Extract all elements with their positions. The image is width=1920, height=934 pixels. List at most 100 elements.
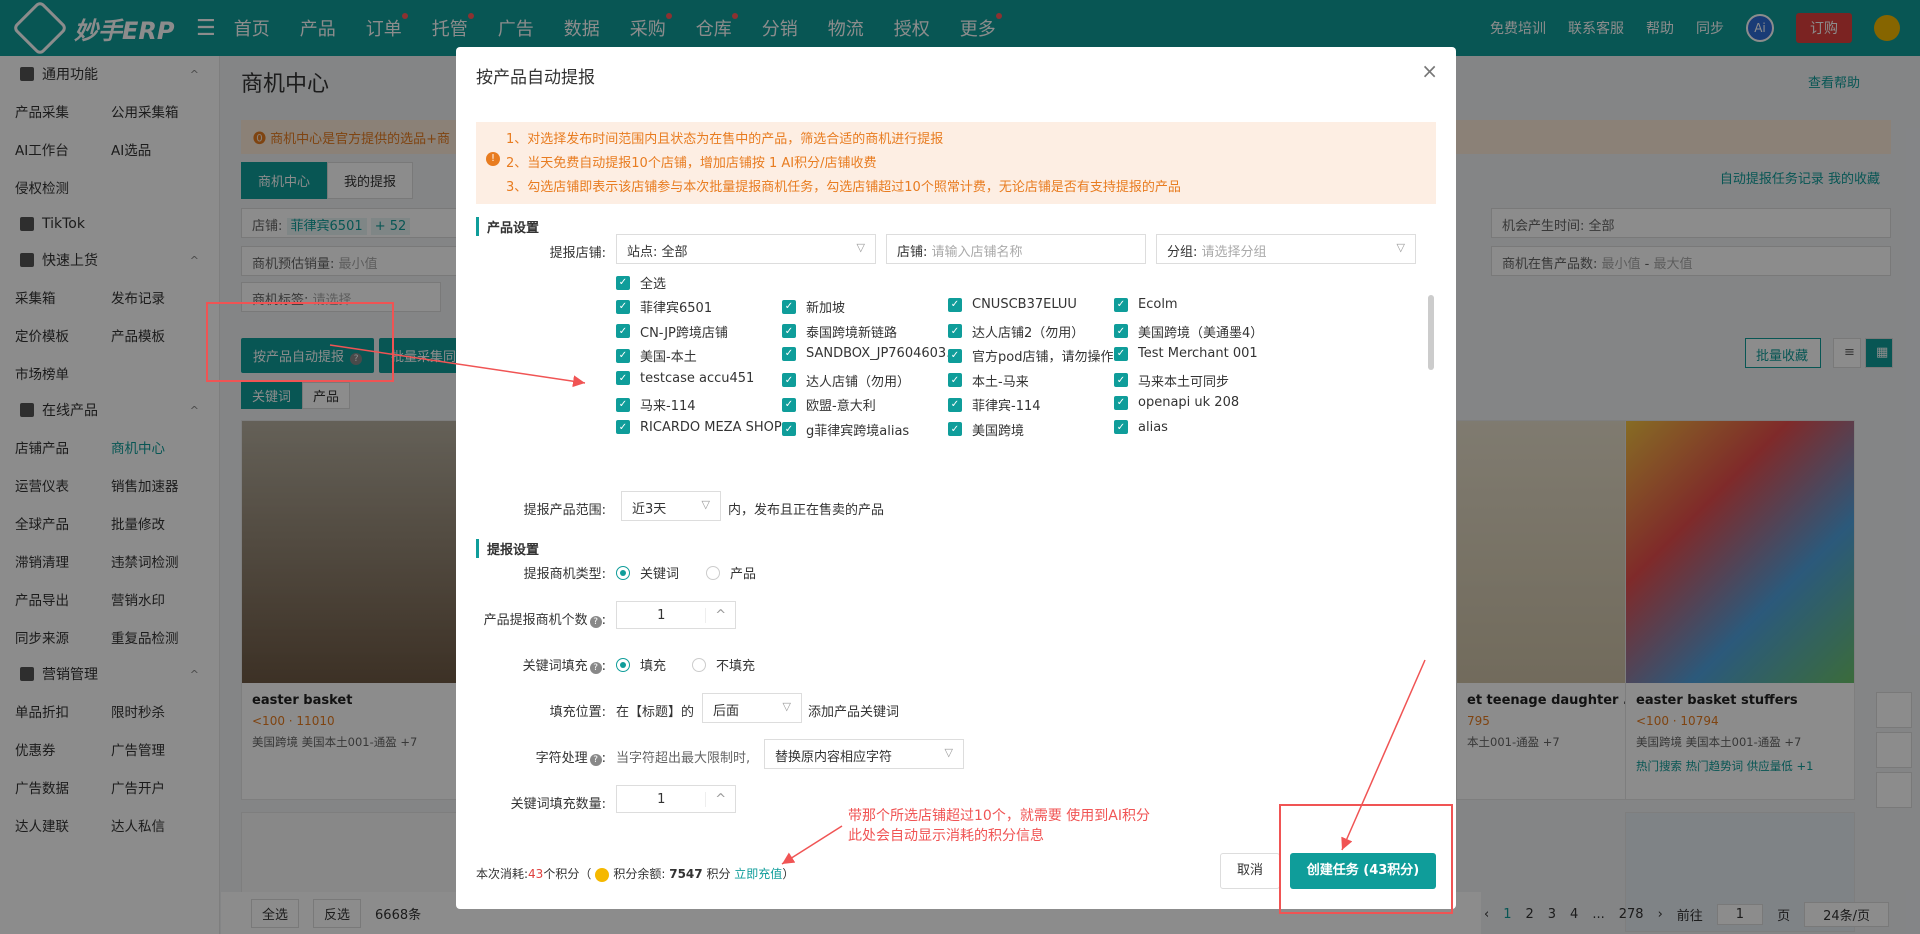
- store-checkbox[interactable]: ✓ 达人店铺（勿用）: [782, 371, 910, 390]
- chevron-up-icon[interactable]: ^: [705, 607, 735, 623]
- store-name: testcase accu451: [640, 370, 755, 386]
- radio-keyword[interactable]: 关键词: [616, 563, 679, 582]
- radio-no-fill[interactable]: 不填充: [692, 655, 755, 674]
- check-icon: ✓: [616, 348, 630, 363]
- group-select[interactable]: 分组: 请选择分组 ▽: [1156, 234, 1416, 264]
- store-name: 达人店铺2（勿用）: [972, 325, 1085, 341]
- position-select[interactable]: 后面 ▽: [702, 693, 802, 723]
- store-checkbox[interactable]: ✓ RICARDO MEZA SHOP: [616, 420, 782, 435]
- balance-unit: 积分: [706, 867, 731, 881]
- radio-fill-label: 填充: [640, 659, 667, 674]
- store-checkbox[interactable]: ✓ SANDBOX_JP7604603...: [782, 346, 959, 361]
- store-checkbox[interactable]: ✓ 菲律宾-114: [948, 395, 1041, 414]
- char-value: 替换原内容相应字符: [775, 750, 893, 765]
- check-icon: ✓: [782, 422, 796, 436]
- store-label: 提报店铺:: [549, 246, 606, 261]
- chevron-down-icon: ▽: [782, 700, 791, 713]
- cancel-button[interactable]: 取消: [1220, 853, 1280, 889]
- check-icon: ✓: [1114, 297, 1128, 312]
- info-line-1: 1、对选择发布时间范围内且状态为在售中的产品，筛选合适的商机进行提报: [506, 132, 944, 147]
- check-icon: ✓: [782, 299, 796, 314]
- help-icon: ?: [589, 616, 602, 628]
- check-icon: ✓: [616, 299, 630, 314]
- radio-product[interactable]: 产品: [706, 563, 756, 582]
- kw-count-stepper[interactable]: 1 ^: [616, 785, 736, 813]
- radio-fill[interactable]: 填充: [616, 655, 666, 674]
- recharge-link[interactable]: 立即充值: [734, 867, 782, 881]
- fill-label: 关键词填充?:: [522, 659, 606, 674]
- chevron-up-icon[interactable]: ^: [705, 791, 735, 807]
- store-checkbox[interactable]: ✓ 达人店铺2（勿用）: [948, 322, 1084, 341]
- check-icon: ✓: [948, 348, 962, 363]
- range-select[interactable]: 近3天 ▽: [621, 491, 721, 521]
- store-checkbox[interactable]: ✓ alias: [1114, 420, 1168, 435]
- store-checkbox[interactable]: ✓ Test Merchant 001: [1114, 346, 1258, 361]
- check-icon: ✓: [1114, 373, 1128, 387]
- store-checkbox[interactable]: ✓ 菲律宾6501: [616, 297, 712, 316]
- check-icon: ✓: [948, 324, 962, 338]
- position-value: 后面: [713, 704, 740, 719]
- check-icon: ✓: [616, 324, 630, 338]
- chevron-down-icon: ▽: [701, 498, 710, 511]
- store-checkbox[interactable]: ✓ 本土-马来: [948, 371, 1029, 390]
- store-name: 马来-114: [640, 399, 696, 414]
- store-checkbox[interactable]: ✓ openapi uk 208: [1114, 395, 1239, 410]
- site-select[interactable]: 站点: 全部 ▽: [616, 234, 876, 264]
- store-name: 美国跨境（美通墨4）: [1138, 325, 1264, 341]
- store-name: RICARDO MEZA SHOP: [640, 419, 782, 435]
- store-name: 新加坡: [806, 301, 846, 316]
- check-icon: ✓: [782, 324, 796, 338]
- check-icon: ✓: [782, 346, 796, 361]
- store-checkbox[interactable]: ✓ 美国-本土: [616, 346, 697, 365]
- store-name: 泰国跨境新链路: [806, 325, 898, 341]
- cost-value: 43: [528, 867, 544, 881]
- store-name: alias: [1138, 419, 1168, 435]
- store-checkbox[interactable]: ✓ 美国跨境（美通墨4）: [1114, 322, 1263, 341]
- check-icon: ✓: [948, 397, 962, 412]
- check-icon: ✓: [948, 297, 962, 312]
- group-placeholder: 请选择分组: [1201, 245, 1267, 260]
- annotation-line-1: 带那个所选店铺超过10个，就需要 使用到AI积分: [848, 808, 1150, 824]
- store-name: g菲律宾跨境alias: [806, 423, 910, 439]
- store-checkbox[interactable]: ✓ testcase accu451: [616, 371, 754, 386]
- select-all-checkbox[interactable]: ✓ 全选: [616, 273, 666, 292]
- store-name: 马来本土可同步: [1138, 374, 1230, 390]
- warning-icon: !: [486, 152, 500, 166]
- store-checkbox[interactable]: ✓ 马来本土可同步: [1114, 371, 1229, 390]
- store-checkbox[interactable]: ✓ 官方pod店铺，请勿操作: [948, 346, 1113, 365]
- range-label: 提报产品范围:: [523, 503, 606, 518]
- check-icon: ✓: [948, 422, 962, 436]
- check-icon: ✓: [782, 397, 796, 412]
- scrollbar[interactable]: [1428, 295, 1434, 370]
- radio-no-fill-label: 不填充: [716, 659, 756, 674]
- store-checkbox[interactable]: ✓ CN-JP跨境店铺: [616, 322, 728, 341]
- close-icon[interactable]: ×: [1421, 59, 1438, 83]
- store-checkbox[interactable]: ✓ 泰国跨境新链路: [782, 322, 897, 341]
- char-label: 字符处理?:: [535, 751, 606, 766]
- shop-search-input[interactable]: 店铺: 请输入店铺名称: [886, 234, 1146, 264]
- store-checkbox[interactable]: ✓ 欧盟-意大利: [782, 395, 876, 414]
- radio-icon: [616, 565, 630, 580]
- help-icon: ?: [589, 754, 602, 766]
- annotation-line-2: 此处会自动显示消耗的积分信息: [848, 828, 1044, 844]
- info-line-2: 2、当天免费自动提报10个店铺，增加店铺按 1 AI积分/店铺收费: [506, 156, 877, 171]
- store-checkbox[interactable]: ✓ 新加坡: [782, 297, 845, 316]
- dialog-title: 按产品自动提报: [476, 68, 595, 88]
- store-name: SANDBOX_JP7604603...: [806, 346, 959, 361]
- check-icon: ✓: [1114, 420, 1128, 434]
- radio-icon: [616, 657, 630, 672]
- store-checkbox[interactable]: ✓ 美国跨境: [948, 420, 1024, 439]
- count-stepper[interactable]: 1 ^: [616, 601, 736, 629]
- store-checkbox[interactable]: ✓ g菲律宾跨境alias: [782, 420, 909, 439]
- shop-placeholder: 请输入店铺名称: [931, 245, 1023, 260]
- store-checkbox[interactable]: ✓ 马来-114: [616, 395, 696, 414]
- type-label: 提报商机类型:: [523, 567, 606, 582]
- kw-count-value: 1: [657, 791, 666, 807]
- section-product-settings: 产品设置: [476, 217, 539, 236]
- store-checkbox[interactable]: ✓ Ecolm: [1114, 297, 1178, 312]
- char-select[interactable]: 替换原内容相应字符 ▽: [764, 739, 964, 769]
- store-name: 美国跨境: [972, 423, 1025, 439]
- store-name: openapi uk 208: [1138, 395, 1240, 410]
- position-label: 填充位置:: [549, 705, 606, 720]
- store-checkbox[interactable]: ✓ CNUSCB37ELUU: [948, 297, 1077, 312]
